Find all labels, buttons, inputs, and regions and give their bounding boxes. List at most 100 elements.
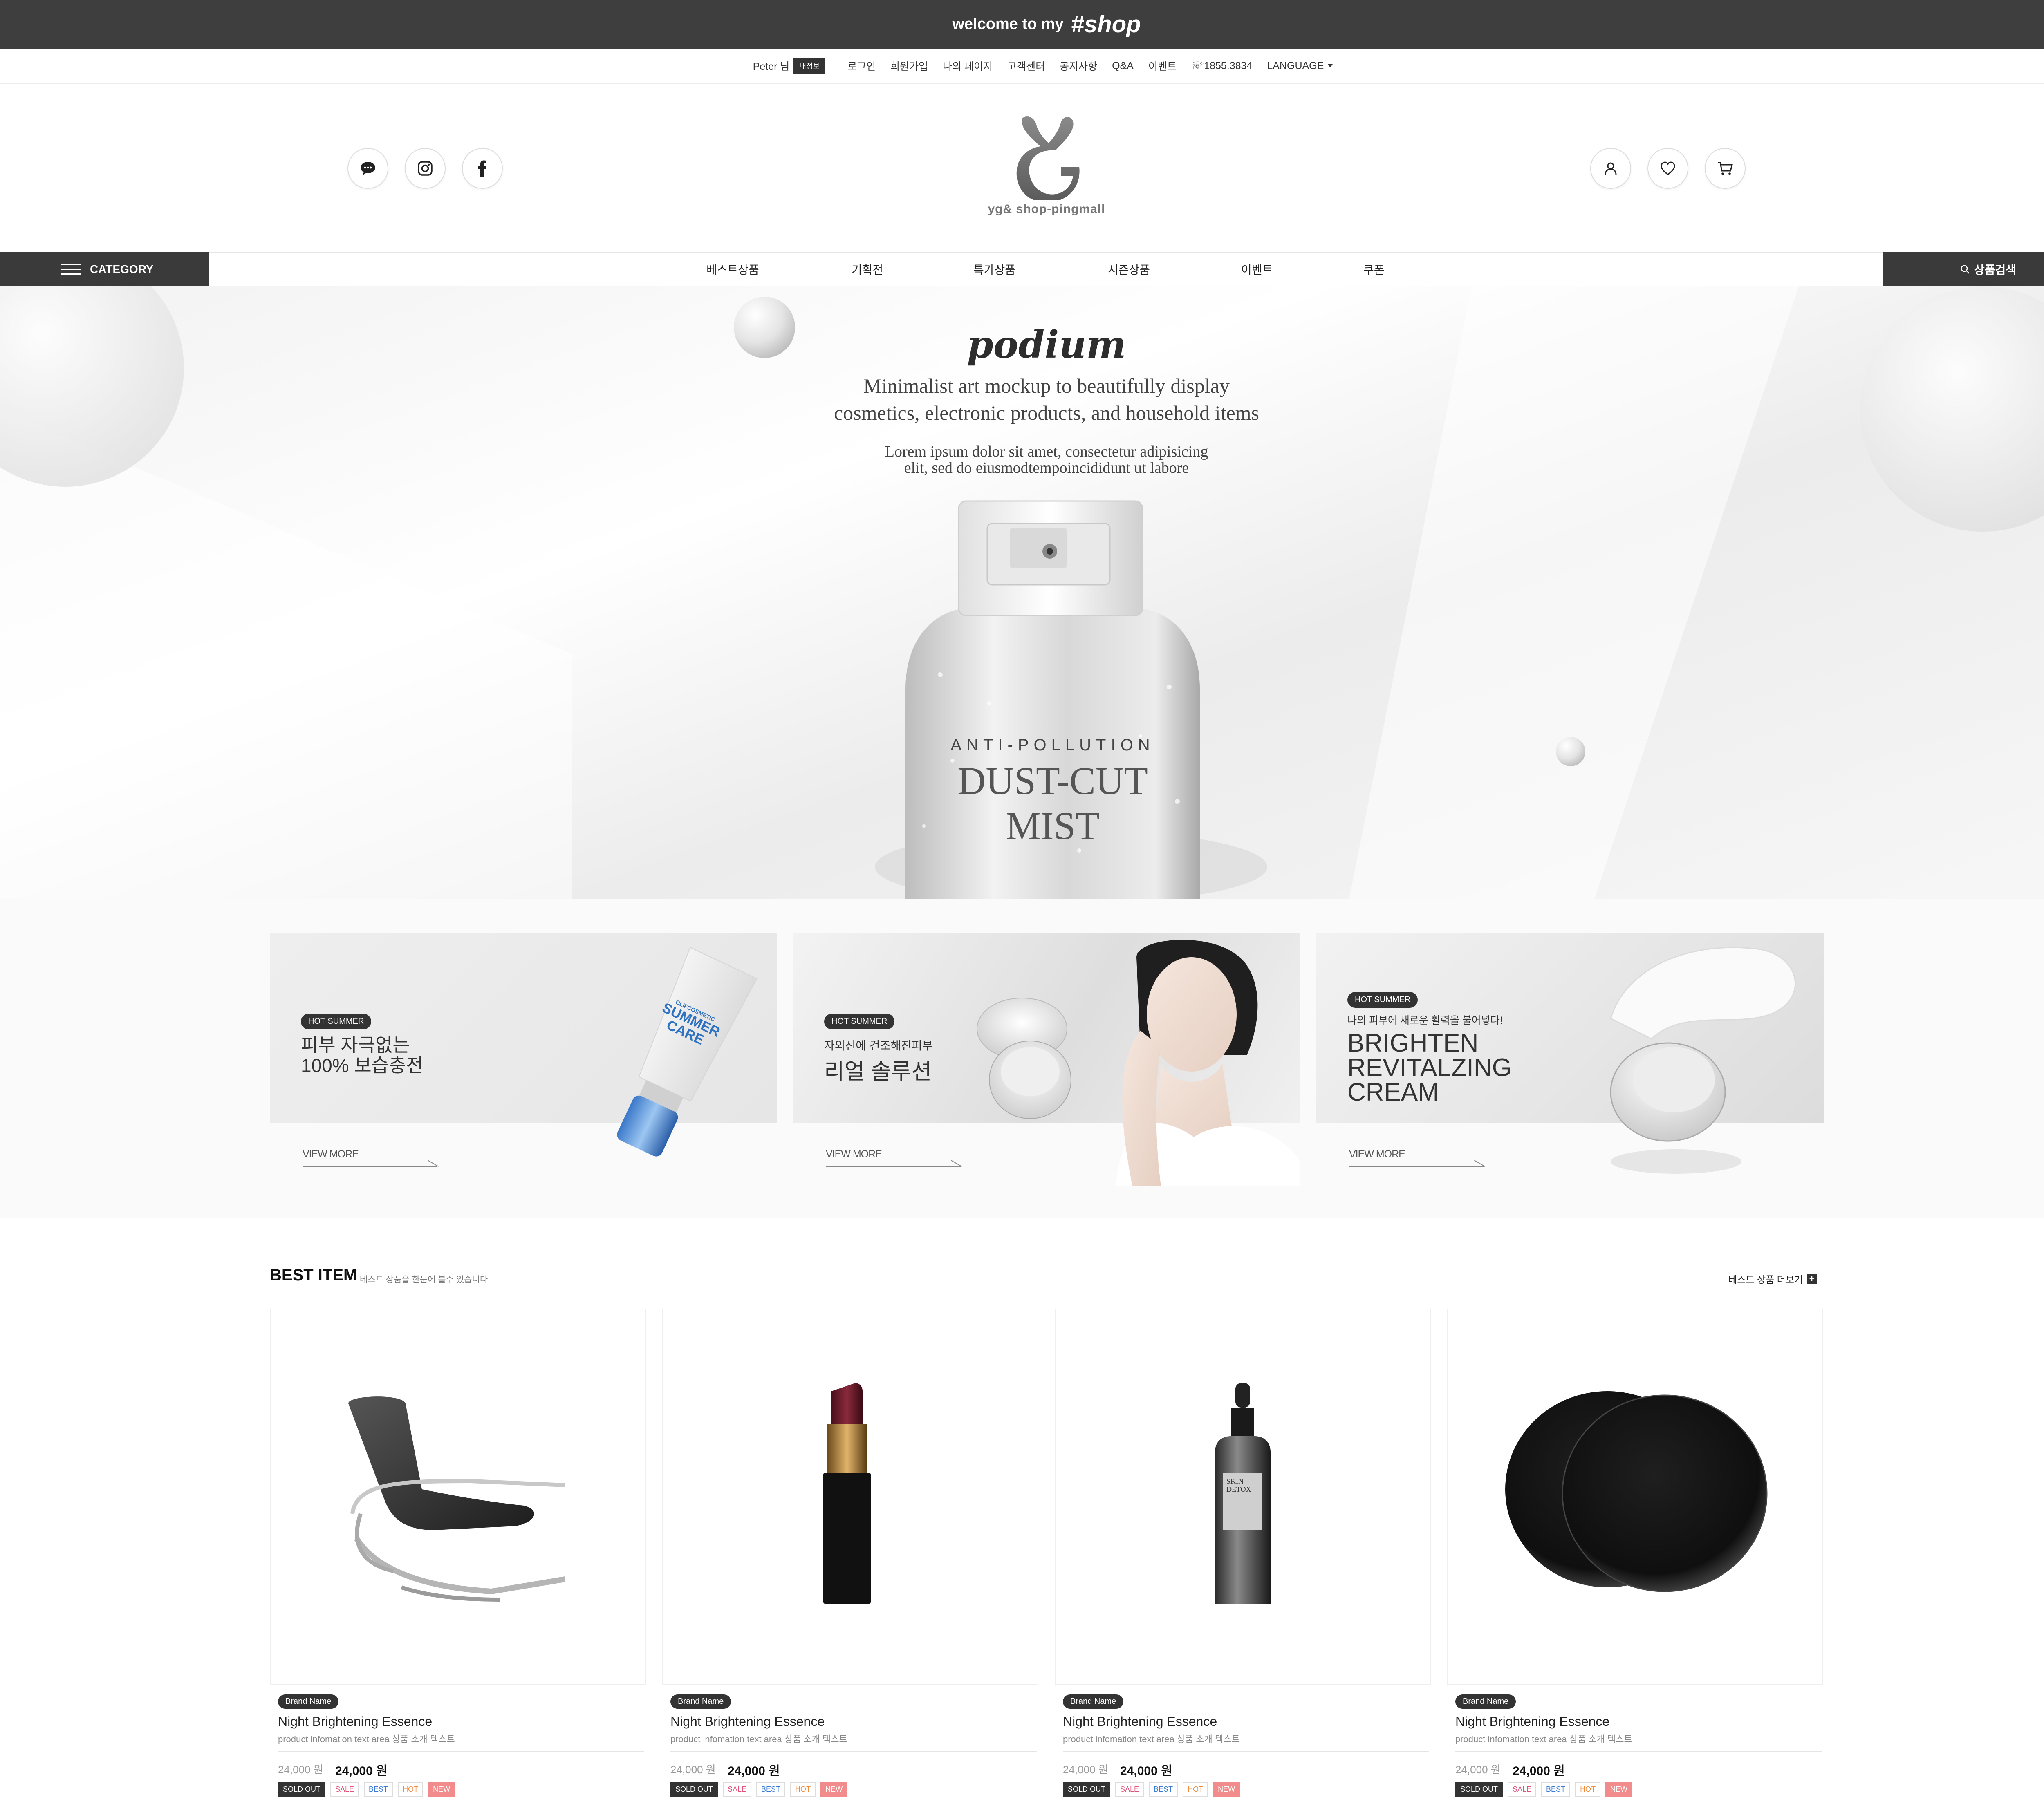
rocking-chair-image — [348, 1396, 566, 1602]
product-line-3: MIST — [1006, 804, 1100, 848]
nav-season[interactable]: 시즌상품 — [1108, 252, 1150, 286]
login-link[interactable]: 로그인 — [847, 58, 876, 73]
menu-icon — [61, 264, 81, 275]
tag-hot: HOT — [790, 1782, 816, 1797]
main-nav — [0, 252, 2044, 287]
facebook-button[interactable] — [462, 148, 503, 189]
logo-text: yg& shop-pingmall — [988, 202, 1105, 216]
promo-shop: #shop — [1071, 11, 1141, 38]
hero-title: podium — [967, 322, 1126, 367]
event-link[interactable]: 이벤트 — [1148, 58, 1177, 73]
product-search-button[interactable]: 상품검색 — [1883, 252, 2044, 286]
product-image[interactable] — [1447, 1309, 1823, 1685]
logo[interactable]: yg& shop-pingmall — [965, 110, 1128, 225]
hot-summer-badge: HOT SUMMER — [1347, 992, 1418, 1008]
serum-bottle-image — [1215, 1383, 1271, 1604]
product-image[interactable] — [662, 1309, 1038, 1685]
tag-sale: SALE — [1508, 1782, 1537, 1797]
lipstick-image — [823, 1383, 871, 1604]
wishlist-button[interactable] — [1647, 148, 1688, 189]
promo-banner-3[interactable]: HOT SUMMER 나의 피부에 새로운 활력을 불어넣다! BRIGHTEN… — [1316, 933, 1824, 1186]
brand-badge: Brand Name — [278, 1694, 339, 1709]
kakaotalk-button[interactable] — [347, 148, 388, 189]
hero-subtitle-line1: Minimalist art mockup to beautifully dis… — [863, 374, 1230, 397]
view-more-link[interactable]: VIEW MORE — [303, 1148, 437, 1167]
search-label: 상품검색 — [1974, 264, 2017, 276]
instagram-button[interactable] — [405, 148, 446, 189]
nav-best[interactable]: 베스트상품 — [706, 252, 759, 286]
product-card[interactable]: Brand Name Night Brightening Essence pro… — [1447, 1309, 1823, 1797]
nav-special[interactable]: 특가상품 — [973, 252, 1015, 286]
tag-sold-out: SOLD OUT — [1063, 1782, 1111, 1797]
phone-number: ☏1855.3834 — [1191, 60, 1253, 72]
cart-button[interactable] — [1705, 148, 1746, 189]
promo-banner-2[interactable]: HOT SUMMER 자외선에 건조해진피부 리얼 솔루션 VIEW MORE — [793, 933, 1300, 1186]
my-info-button[interactable]: 내정보 — [793, 58, 826, 74]
sale-price: 24,000 원 — [728, 1764, 780, 1778]
promo-bar: welcome to my #shop — [0, 0, 2044, 49]
hot-summer-badge: HOT SUMMER — [824, 1014, 895, 1029]
mypage-link[interactable]: 나의 페이지 — [943, 58, 993, 73]
nav-exhibition[interactable]: 기획전 — [852, 252, 883, 286]
promo-welcome: welcome to my — [952, 16, 1064, 33]
qna-link[interactable]: Q&A — [1112, 60, 1134, 72]
notice-link[interactable]: 공지사항 — [1060, 58, 1097, 73]
product-line-1: ANTI-POLLUTION — [950, 736, 1155, 754]
original-price: 24,000 원 — [1455, 1764, 1501, 1776]
tag-best: BEST — [364, 1782, 393, 1797]
product-card[interactable]: Brand Name Night Brightening Essence pro… — [662, 1309, 1038, 1797]
brand-badge: Brand Name — [670, 1694, 731, 1709]
product-image[interactable]: SKIN DETOX — [1055, 1309, 1431, 1685]
my-account-button[interactable] — [1590, 148, 1631, 189]
product-tags: SOLD OUT SALE BEST HOT NEW — [670, 1782, 848, 1797]
category-label: CATEGORY — [90, 263, 154, 275]
tag-hot: HOT — [1183, 1782, 1208, 1797]
banner-line-2: 100% 보습충전 — [301, 1055, 424, 1076]
banner-line-1: 나의 피부에 새로운 활력을 불어넣다! — [1347, 1015, 1503, 1026]
hero-banner[interactable]: podium Minimalist art mockup to beautifu… — [0, 286, 2044, 899]
divider — [670, 1751, 1037, 1752]
hero-description: Lorem ipsum dolor sit amet, consectetur … — [0, 443, 2044, 476]
product-card[interactable]: SKIN DETOX Brand Name Night Brightening … — [1055, 1309, 1431, 1797]
view-more-link[interactable]: VIEW MORE — [1349, 1148, 1484, 1167]
product-name[interactable]: Night Brightening Essence — [1063, 1714, 1217, 1729]
talk-icon — [361, 162, 375, 175]
product-tags: SOLD OUT SALE BEST HOT NEW — [1455, 1782, 1633, 1797]
instagram-icon — [418, 161, 433, 176]
tag-sale: SALE — [330, 1782, 359, 1797]
promo-banner-1[interactable]: CLIFCOSMETIC SUMMER CARE HOT SUMMER 피부 자… — [270, 933, 777, 1186]
nav-coupon[interactable]: 쿠폰 — [1363, 252, 1385, 286]
nav-event[interactable]: 이벤트 — [1241, 252, 1273, 286]
logo-mark-icon — [1016, 116, 1080, 203]
product-name[interactable]: Night Brightening Essence — [670, 1714, 825, 1729]
view-more-link[interactable]: VIEW MORE — [826, 1148, 961, 1167]
facebook-icon — [478, 160, 486, 177]
tag-new: NEW — [428, 1782, 455, 1797]
signup-link[interactable]: 회원가입 — [890, 58, 928, 73]
product-name[interactable]: Night Brightening Essence — [278, 1714, 432, 1729]
tag-new: NEW — [1605, 1782, 1633, 1797]
bottle-label-line1: SKIN — [1226, 1477, 1244, 1485]
hero-subtitle-line2: cosmetics, electronic products, and hous… — [834, 401, 1259, 424]
tag-sold-out: SOLD OUT — [278, 1782, 326, 1797]
divider — [1455, 1751, 1822, 1752]
product-tags: SOLD OUT SALE BEST HOT NEW — [1063, 1782, 1240, 1797]
sale-price: 24,000 원 — [1120, 1764, 1172, 1778]
language-select[interactable]: LANGUAGE — [1267, 60, 1340, 72]
product-description: product infomation text area 상품 소개 텍스트 — [1455, 1734, 1632, 1744]
divider — [278, 1751, 644, 1752]
product-name[interactable]: Night Brightening Essence — [1455, 1714, 1609, 1729]
hero-subtitle: Minimalist art mockup to beautifully dis… — [0, 372, 2044, 426]
user-name: Peter 님 — [753, 61, 790, 72]
best-more-link[interactable]: 베스트 상품 더보기 + — [1728, 1272, 1817, 1286]
product-card[interactable]: Brand Name Night Brightening Essence pro… — [270, 1309, 646, 1797]
user-greeting: Peter 님 내정보 — [753, 58, 833, 74]
best-item-subtitle: 베스트 상품을 한눈에 볼수 있습니다. — [360, 1275, 490, 1285]
sale-price: 24,000 원 — [335, 1764, 388, 1778]
product-image[interactable] — [270, 1309, 646, 1685]
banner-line-2: 리얼 솔루션 — [824, 1059, 932, 1084]
bottle-label-line2: DETOX — [1226, 1485, 1251, 1493]
banner-line-1: 피부 자극없는 — [301, 1034, 410, 1056]
customer-center-link[interactable]: 고객센터 — [1007, 58, 1045, 73]
category-button[interactable]: CATEGORY — [0, 252, 209, 286]
